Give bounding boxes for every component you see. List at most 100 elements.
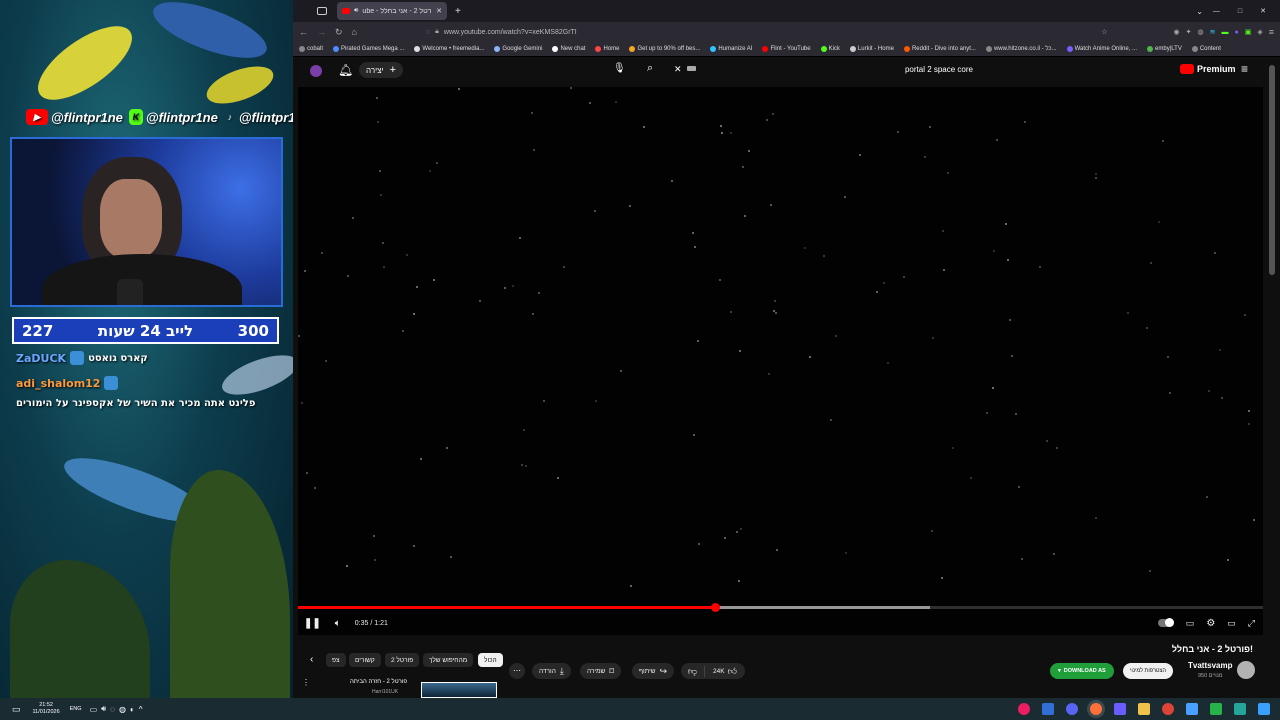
extension-icon[interactable]: ◈ <box>1257 28 1262 36</box>
app-icon[interactable] <box>1018 703 1030 715</box>
extension-icon[interactable]: ● <box>1234 29 1238 36</box>
new-tab-button[interactable]: + <box>455 6 461 17</box>
voice-search-icon[interactable]: 🎙︎ <box>613 63 626 74</box>
shield-icon[interactable]: ◌ <box>426 29 430 36</box>
join-button[interactable]: הצטרפות למינוי <box>1123 663 1173 679</box>
bookmark-item[interactable]: Watch Anime Online, ... <box>1066 46 1137 52</box>
extension-icon[interactable]: ✦ <box>1186 28 1192 36</box>
network-icon[interactable]: ◌ <box>110 705 115 714</box>
bookmark-item[interactable]: Google Gemini <box>494 46 542 52</box>
clock[interactable]: 21:52 11/01/2026 <box>33 702 60 716</box>
battery-icon[interactable]: ▭ <box>90 705 98 714</box>
home-icon[interactable]: ⌂ <box>352 27 357 37</box>
settings-icon[interactable]: ⚙︎ <box>1206 618 1215 629</box>
chip-related[interactable]: קשורים <box>349 653 381 667</box>
autoplay-toggle[interactable] <box>1157 618 1174 627</box>
show-hidden-icons[interactable]: ^ <box>139 705 143 714</box>
start-button[interactable] <box>1258 703 1270 715</box>
recommended-thumbnail[interactable] <box>421 682 497 698</box>
tab-audio-icon[interactable]: 🔊︎ <box>354 7 358 15</box>
bookmark-item[interactable]: Flint - YouTube <box>762 46 811 52</box>
channel-name[interactable]: Tvattsvamp <box>1188 661 1232 670</box>
download-extension-button[interactable]: ▾ DOWNLOAD AS <box>1050 663 1114 679</box>
chips-prev-icon[interactable]: ‹ <box>310 654 313 665</box>
recommended-title[interactable]: פורטל 2 - חזרה הביתה <box>350 679 407 685</box>
app-icon[interactable] <box>1114 703 1126 715</box>
volume-icon[interactable]: 🔈︎ <box>335 618 341 629</box>
chrome-icon[interactable] <box>1162 703 1174 715</box>
video-player[interactable]: ❚❚ 🔈︎ 0:35 / 1:21 ▭ ⚙︎ ▭ ⤢ <box>298 87 1263 635</box>
chip-from-search[interactable]: מהחיפוש שלך <box>423 653 474 667</box>
close-tab-icon[interactable]: ✕ <box>436 7 442 15</box>
download-button[interactable]: הורדה ⤓ <box>532 663 571 679</box>
share-button[interactable]: שיתוף ↪ <box>632 663 675 679</box>
theater-mode-icon[interactable]: ▭ <box>1227 618 1236 629</box>
extension-icon[interactable]: ▣ <box>1245 28 1252 36</box>
minimize-button[interactable]: — <box>1213 8 1220 15</box>
fullscreen-icon[interactable]: ⤢ <box>1248 618 1255 629</box>
bookmark-item[interactable]: emby|LTV <box>1147 46 1182 52</box>
bookmark-item[interactable]: Reddit - Dive into anyt... <box>903 46 976 52</box>
channel-avatar[interactable] <box>1237 661 1255 679</box>
chip-all[interactable]: הכול <box>478 653 503 667</box>
keyboard-icon[interactable] <box>687 66 696 71</box>
menu-icon[interactable]: ≡ <box>1269 27 1274 37</box>
url-text[interactable]: www.youtube.com/watch?v=xeKMS82GrTI <box>444 29 577 36</box>
extension-icon[interactable]: ◍ <box>1198 28 1204 36</box>
speaker-icon[interactable]: 🔊︎ <box>101 704 106 714</box>
progress-scrubber-handle[interactable] <box>710 603 720 612</box>
progress-bar[interactable] <box>298 603 1263 612</box>
tab-youtube[interactable]: 🔊︎ ube - פורטל 2 - אני בחלל! ✕ <box>337 2 447 20</box>
bookmark-item[interactable]: Pirated Games Mega ... <box>333 46 404 52</box>
chip-portal2[interactable]: פורטל 2 <box>385 653 420 667</box>
bookmark-item[interactable]: New chat <box>552 46 585 52</box>
app-icon[interactable] <box>1210 703 1222 715</box>
dislike-button[interactable]: 👎︎ <box>681 665 705 677</box>
bookmark-item[interactable]: Lurkit - Home <box>849 46 894 52</box>
app-icon[interactable] <box>1186 703 1198 715</box>
create-button[interactable]: יצירה + <box>359 62 404 78</box>
maximize-button[interactable]: □ <box>1238 8 1242 15</box>
tab-overflow-icon[interactable]: ⌄ <box>1196 7 1203 16</box>
notifications-icon[interactable]: 🔔︎ <box>338 63 353 77</box>
account-icon[interactable]: ◉ <box>1174 28 1180 36</box>
reload-icon[interactable]: ↻ <box>335 27 343 38</box>
app-icon[interactable] <box>1066 703 1078 715</box>
tab-list-icon[interactable] <box>317 7 327 15</box>
save-button[interactable]: שמירה ⌑ <box>580 663 621 679</box>
recommended-more-icon[interactable]: ⋮ <box>302 678 310 687</box>
close-window-button[interactable]: ✕ <box>1260 7 1266 15</box>
bookmark-item[interactable]: www.hitzone.co.il - כל... <box>985 46 1057 52</box>
subtitles-icon[interactable]: ▭ <box>1186 618 1195 629</box>
address-bar[interactable]: ◌ 🔒︎ www.youtube.com/watch?v=xeKMS82GrTI <box>426 28 577 36</box>
pause-icon[interactable]: ❚❚ <box>304 618 321 629</box>
chip-partial[interactable]: צפ <box>326 653 346 667</box>
more-actions-button[interactable]: ⋯ <box>509 663 525 679</box>
app-icon[interactable] <box>1042 703 1054 715</box>
bookmark-item[interactable]: cobalt <box>299 46 323 52</box>
bookmark-item[interactable]: Get up to 90% off bes... <box>629 46 700 52</box>
like-button[interactable]: 24K 👍︎ <box>709 666 737 677</box>
language-indicator[interactable]: ENG <box>70 706 82 712</box>
bookmark-item[interactable]: Content <box>1191 46 1221 52</box>
lock-icon[interactable]: 🔒︎ <box>435 28 439 36</box>
app-icon[interactable] <box>1234 703 1246 715</box>
firefox-icon[interactable] <box>1090 703 1102 715</box>
guide-menu-icon[interactable]: ≡ <box>1241 62 1248 76</box>
bookmark-star-icon[interactable]: ☆ <box>1101 28 1107 36</box>
clear-search-icon[interactable]: ✕ <box>674 64 682 75</box>
extension-icon[interactable]: ≋ <box>1210 28 1216 36</box>
scrollbar[interactable] <box>1269 65 1275 275</box>
bookmark-item[interactable]: Welcome • freemedia... <box>414 46 484 52</box>
notification-icon[interactable]: ▭ <box>12 704 21 715</box>
search-input[interactable]: portal 2 space core <box>833 65 973 74</box>
tray-app-icon[interactable]: ◐ <box>130 705 135 714</box>
bookmark-item[interactable]: Kick <box>820 46 840 52</box>
bookmark-item[interactable]: Home <box>595 46 619 52</box>
youtube-premium-logo[interactable]: Premium <box>1180 64 1236 74</box>
tray-app-icon[interactable]: ◍ <box>119 705 126 714</box>
bookmark-item[interactable]: Humanize AI <box>710 46 752 52</box>
folder-icon[interactable] <box>1138 703 1150 715</box>
back-icon[interactable]: ← <box>299 27 308 37</box>
extension-icon[interactable]: ▬ <box>1221 29 1228 36</box>
